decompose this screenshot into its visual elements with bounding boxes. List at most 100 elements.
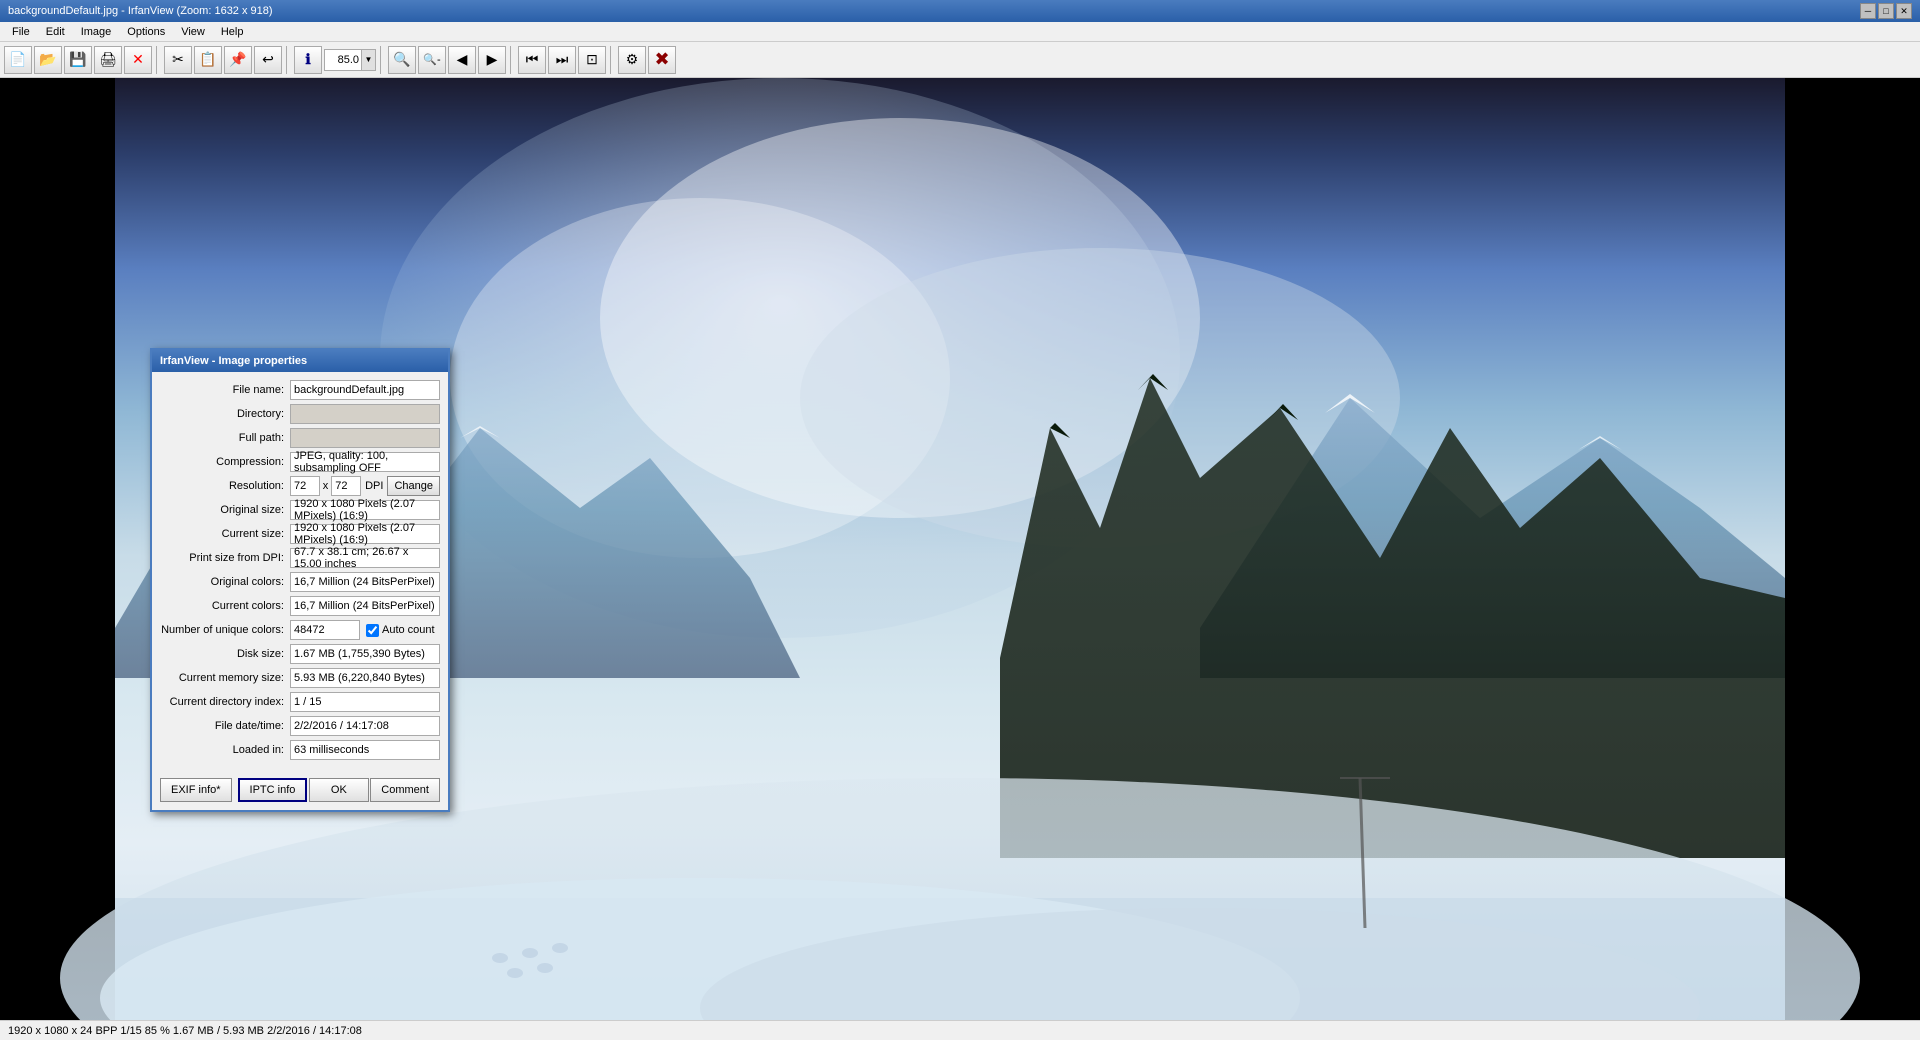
toolbar-separator-3 — [380, 46, 384, 74]
loaded-in-row: Loaded in: 63 milliseconds — [160, 740, 440, 760]
delete-button[interactable]: ✕ — [124, 46, 152, 74]
directory-row: Directory: — [160, 404, 440, 424]
file-date-label: File date/time: — [160, 720, 290, 732]
ok-button[interactable]: OK — [309, 778, 369, 802]
compression-row: Compression: JPEG, quality: 100, subsamp… — [160, 452, 440, 472]
status-text: 1920 x 1080 x 24 BPP 1/15 85 % 1.67 MB /… — [8, 1025, 362, 1037]
loaded-in-label: Loaded in: — [160, 744, 290, 756]
zoom-box[interactable]: ▼ — [324, 49, 376, 71]
new-button[interactable]: 📄 — [4, 46, 32, 74]
title-bar-text: backgroundDefault.jpg - IrfanView (Zoom:… — [8, 5, 273, 17]
zoom-out-button[interactable]: 🔍- — [418, 46, 446, 74]
dialog-title: IrfanView - Image properties — [152, 350, 448, 372]
menu-image[interactable]: Image — [73, 24, 120, 40]
image-properties-dialog: IrfanView - Image properties File name: … — [150, 348, 450, 812]
toolbar-separator-2 — [286, 46, 290, 74]
memory-size-value: 5.93 MB (6,220,840 Bytes) — [290, 668, 440, 688]
info-button[interactable]: ℹ — [294, 46, 322, 74]
menu-view[interactable]: View — [173, 24, 213, 40]
print-size-value: 67.7 x 38.1 cm; 26.67 x 15.00 inches — [290, 548, 440, 568]
prev-button[interactable]: ◀ — [448, 46, 476, 74]
toolbar-separator-1 — [156, 46, 160, 74]
resolution-dpi-label: DPI — [365, 480, 383, 492]
first-button[interactable]: ⏮ — [518, 46, 546, 74]
title-bar-controls: ─ □ ✕ — [1860, 3, 1912, 19]
toolbar: 📄 📂 💾 🖨 ✕ ✂ 📋 📌 ↩ ℹ ▼ 🔍 🔍- ◀ ▶ ⏮ ⏭ ⊡ ⚙ ✖ — [0, 42, 1920, 78]
auto-count-check[interactable] — [366, 624, 379, 637]
original-size-value: 1920 x 1080 Pixels (2.07 MPixels) (16:9) — [290, 500, 440, 520]
toolbar-separator-5 — [610, 46, 614, 74]
full-path-row: Full path: — [160, 428, 440, 448]
comment-button[interactable]: Comment — [370, 778, 440, 802]
dialog-content: File name: backgroundDefault.jpg Directo… — [152, 372, 448, 772]
close-button[interactable]: ✕ — [1896, 3, 1912, 19]
auto-count-label: Auto count — [382, 624, 435, 636]
disk-size-row: Disk size: 1.67 MB (1,755,390 Bytes) — [160, 644, 440, 664]
resolution-x-separator: x — [323, 480, 329, 492]
minimize-button[interactable]: ─ — [1860, 3, 1876, 19]
print-size-label: Print size from DPI: — [160, 552, 290, 564]
resolution-change-button[interactable]: Change — [387, 476, 440, 496]
zoom-dropdown[interactable]: ▼ — [361, 50, 375, 70]
dialog-left-buttons: EXIF info* IPTC info — [160, 778, 307, 802]
full-path-label: Full path: — [160, 432, 290, 444]
status-bar: 1920 x 1080 x 24 BPP 1/15 85 % 1.67 MB /… — [0, 1020, 1920, 1040]
original-colors-value: 16,7 Million (24 BitsPerPixel) — [290, 572, 440, 592]
exit-button[interactable]: ✖ — [648, 46, 676, 74]
auto-count-checkbox[interactable]: Auto count — [366, 624, 435, 637]
cut-button[interactable]: ✂ — [164, 46, 192, 74]
toolbar-separator-4 — [510, 46, 514, 74]
current-colors-label: Current colors: — [160, 600, 290, 612]
disk-size-label: Disk size: — [160, 648, 290, 660]
title-bar: backgroundDefault.jpg - IrfanView (Zoom:… — [0, 0, 1920, 22]
original-colors-row: Original colors: 16,7 Million (24 BitsPe… — [160, 572, 440, 592]
current-size-value: 1920 x 1080 Pixels (2.07 MPixels) (16:9) — [290, 524, 440, 544]
current-colors-value: 16,7 Million (24 BitsPerPixel) — [290, 596, 440, 616]
memory-size-label: Current memory size: — [160, 672, 290, 684]
unique-colors-value[interactable]: 48472 — [290, 620, 360, 640]
disk-size-value: 1.67 MB (1,755,390 Bytes) — [290, 644, 440, 664]
memory-size-row: Current memory size: 5.93 MB (6,220,840 … — [160, 668, 440, 688]
current-colors-row: Current colors: 16,7 Million (24 BitsPer… — [160, 596, 440, 616]
last-button[interactable]: ⏭ — [548, 46, 576, 74]
print-button[interactable]: 🖨 — [94, 46, 122, 74]
file-name-value[interactable]: backgroundDefault.jpg — [290, 380, 440, 400]
menu-options[interactable]: Options — [119, 24, 173, 40]
loaded-in-value: 63 milliseconds — [290, 740, 440, 760]
paste-button[interactable]: 📌 — [224, 46, 252, 74]
directory-index-row: Current directory index: 1 / 15 — [160, 692, 440, 712]
compression-value: JPEG, quality: 100, subsampling OFF — [290, 452, 440, 472]
image-viewer: IrfanView - Image properties File name: … — [0, 78, 1920, 1035]
original-size-label: Original size: — [160, 504, 290, 516]
iptc-info-button[interactable]: IPTC info — [238, 778, 308, 802]
file-name-label: File name: — [160, 384, 290, 396]
next-button[interactable]: ▶ — [478, 46, 506, 74]
menu-edit[interactable]: Edit — [38, 24, 73, 40]
undo-button[interactable]: ↩ — [254, 46, 282, 74]
full-path-value — [290, 428, 440, 448]
maximize-button[interactable]: □ — [1878, 3, 1894, 19]
menu-help[interactable]: Help — [213, 24, 252, 40]
open-button[interactable]: 📂 — [34, 46, 62, 74]
resolution-dpi1[interactable]: 72 — [290, 476, 320, 496]
resolution-dpi2[interactable]: 72 — [331, 476, 361, 496]
zoom-in-button[interactable]: 🔍 — [388, 46, 416, 74]
unique-colors-label: Number of unique colors: — [160, 624, 290, 636]
options-button[interactable]: ⚙ — [618, 46, 646, 74]
print-size-row: Print size from DPI: 67.7 x 38.1 cm; 26.… — [160, 548, 440, 568]
menu-file[interactable]: File — [4, 24, 38, 40]
unique-colors-row: Number of unique colors: 48472 Auto coun… — [160, 620, 440, 640]
menu-bar: File Edit Image Options View Help — [0, 22, 1920, 42]
directory-index-value: 1 / 15 — [290, 692, 440, 712]
original-size-row: Original size: 1920 x 1080 Pixels (2.07 … — [160, 500, 440, 520]
current-size-label: Current size: — [160, 528, 290, 540]
fit-button[interactable]: ⊡ — [578, 46, 606, 74]
directory-index-label: Current directory index: — [160, 696, 290, 708]
zoom-input[interactable] — [325, 50, 361, 70]
save-button[interactable]: 💾 — [64, 46, 92, 74]
directory-label: Directory: — [160, 408, 290, 420]
copy-button[interactable]: 📋 — [194, 46, 222, 74]
dialog-buttons: EXIF info* IPTC info OK Comment — [152, 772, 448, 810]
resolution-label: Resolution: — [160, 480, 290, 492]
exif-info-button[interactable]: EXIF info* — [160, 778, 232, 802]
